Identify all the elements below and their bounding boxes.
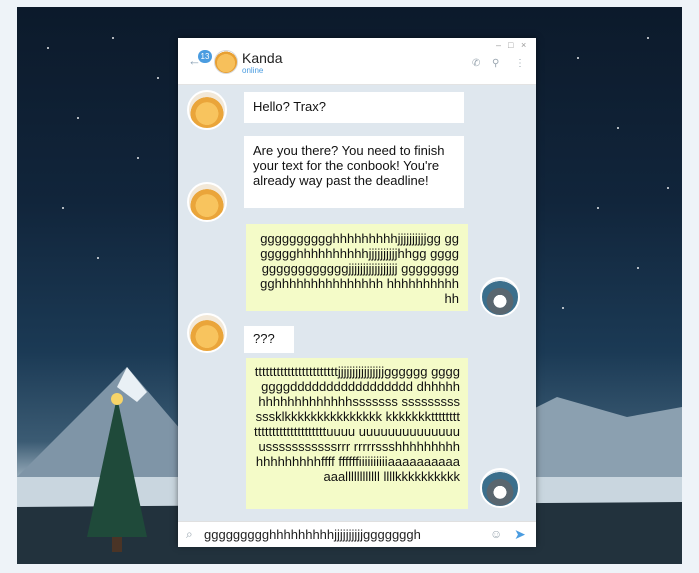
star-decoration bbox=[617, 127, 619, 129]
send-icon[interactable]: ➤ bbox=[514, 526, 526, 543]
contact-avatar[interactable] bbox=[187, 313, 227, 353]
minimize-button[interactable]: – bbox=[496, 40, 501, 50]
message-composer: ⌕ ☺ ➤ bbox=[178, 521, 536, 547]
message-bubble-incoming: Hello? Trax? bbox=[244, 92, 464, 123]
star-decoration bbox=[112, 37, 114, 39]
message-text: tttttttttttttttttttttttjjjjjjjjjjjjjjjjg… bbox=[254, 364, 460, 484]
star-decoration bbox=[97, 257, 99, 259]
star-decoration bbox=[667, 187, 669, 189]
message-text: Hello? Trax? bbox=[253, 99, 326, 114]
contact-avatar[interactable] bbox=[187, 90, 227, 130]
message-bubble-outgoing: tttttttttttttttttttttttjjjjjjjjjjjjjjjjg… bbox=[246, 358, 468, 509]
star-decoration bbox=[647, 37, 649, 39]
message-text: ??? bbox=[253, 331, 275, 346]
user-avatar[interactable] bbox=[480, 468, 520, 508]
message-bubble-incoming: Are you there? You need to finish your t… bbox=[244, 136, 464, 208]
star-decoration bbox=[137, 157, 139, 159]
message-input[interactable] bbox=[204, 525, 484, 543]
search-icon[interactable]: ⚲ bbox=[492, 58, 499, 69]
star-decoration bbox=[577, 57, 579, 59]
message-bubble-outgoing: gggggggggghhhhhhhhhjjjjjjjjjjgg gggggggh… bbox=[246, 224, 468, 311]
user-avatar[interactable] bbox=[480, 277, 520, 317]
chat-window: – □ × ← 13 Kanda online ✆ ⚲ ⋮ Hello? Tra… bbox=[178, 38, 536, 547]
christmas-tree-decoration bbox=[87, 393, 147, 552]
message-text: Are you there? You need to finish your t… bbox=[253, 143, 445, 188]
phone-icon[interactable]: ✆ bbox=[472, 58, 480, 69]
star-decoration bbox=[47, 47, 49, 49]
star-decoration bbox=[637, 267, 639, 269]
star-decoration bbox=[77, 117, 79, 119]
maximize-button[interactable]: □ bbox=[508, 40, 513, 50]
star-decoration bbox=[597, 207, 599, 209]
unread-count-badge: 13 bbox=[198, 50, 212, 63]
emoji-icon[interactable]: ☺ bbox=[490, 527, 502, 541]
message-bubble-incoming: ??? bbox=[244, 326, 294, 353]
more-vert-icon[interactable]: ⋮ bbox=[515, 58, 525, 69]
star-decoration bbox=[157, 77, 159, 79]
contact-name[interactable]: Kanda bbox=[242, 50, 282, 66]
message-text: gggggggggghhhhhhhhhjjjjjjjjjjgg gggggggh… bbox=[260, 231, 459, 306]
contact-avatar[interactable] bbox=[214, 50, 238, 74]
chat-header: – □ × ← 13 Kanda online ✆ ⚲ ⋮ bbox=[178, 38, 536, 85]
message-list[interactable]: Hello? Trax? Are you there? You need to … bbox=[178, 84, 536, 521]
contact-status: online bbox=[242, 66, 264, 75]
contact-avatar[interactable] bbox=[187, 182, 227, 222]
star-decoration bbox=[62, 207, 64, 209]
paperclip-icon[interactable]: ⌕ bbox=[186, 527, 193, 542]
close-button[interactable]: × bbox=[521, 40, 526, 50]
